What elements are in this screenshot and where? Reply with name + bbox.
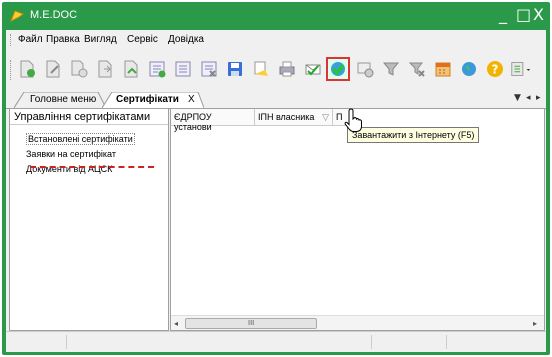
tab-certificates-label: Сертифікати — [116, 94, 179, 105]
status-separator — [446, 335, 447, 349]
move-document-icon[interactable] — [93, 57, 117, 81]
scrollbar-grip-icon: III — [248, 319, 255, 327]
annotation-underline — [30, 166, 154, 168]
menu-edit[interactable]: Правка — [46, 34, 80, 45]
toolbar-grip[interactable] — [10, 60, 13, 80]
tab-main-menu-label: Головне меню — [30, 94, 97, 105]
tab-strip: Головне меню Сертифікати X ▼ ◂ ▸ — [6, 90, 546, 109]
client-area: Файл Правка Вигляд Сервіс Довідка ? Голо… — [6, 30, 546, 352]
list-icon[interactable] — [171, 57, 195, 81]
clear-filter-icon[interactable] — [405, 57, 429, 81]
hand-cursor-icon — [344, 108, 362, 132]
certificate-icon[interactable] — [353, 57, 377, 81]
print-preview-icon[interactable] — [249, 57, 273, 81]
new-document-icon[interactable] — [15, 57, 39, 81]
svg-text:?: ? — [492, 63, 499, 77]
print-icon[interactable] — [275, 57, 299, 81]
scroll-left-arrow-icon[interactable]: ◂ — [174, 319, 178, 328]
column-header-ipn-label: ІПН власника — [258, 112, 315, 122]
tab-scroll-left-icon[interactable]: ◂ — [526, 93, 531, 103]
window-title: M.E.DOC — [30, 9, 78, 21]
status-separator — [371, 335, 372, 349]
calendar-icon[interactable] — [431, 57, 455, 81]
column-header-ipn[interactable]: ІПН власника ▽ — [255, 109, 333, 126]
scroll-right-arrow-icon[interactable]: ▸ — [533, 319, 537, 328]
export-menu-icon[interactable] — [509, 57, 533, 81]
nav-installed-certificates[interactable]: Встановлені сертифікати — [26, 133, 135, 145]
tab-scroll-right-icon[interactable]: ▸ — [536, 93, 541, 103]
filter-icon[interactable] — [379, 57, 403, 81]
tab-certificates[interactable]: Сертифікати X — [102, 92, 204, 109]
save-icon[interactable] — [223, 57, 247, 81]
nav-certificate-requests[interactable]: Заявки на сертифікат — [26, 149, 116, 159]
add-list-icon[interactable] — [145, 57, 169, 81]
status-separator — [66, 335, 67, 349]
tab-list-dropdown-icon[interactable]: ▼ — [514, 93, 521, 103]
title-bar[interactable]: M.E.DOC _ □ X — [2, 2, 550, 30]
maximize-button[interactable]: □ — [516, 6, 531, 24]
panel-header: Управління сертифікатами — [10, 109, 168, 125]
export-document-icon[interactable] — [119, 57, 143, 81]
status-bar — [6, 331, 546, 352]
scrollbar-thumb[interactable]: III — [185, 318, 317, 329]
menu-view[interactable]: Вигляд — [84, 34, 117, 45]
help-icon[interactable]: ? — [483, 57, 507, 81]
tab-main-menu[interactable]: Головне меню — [14, 92, 106, 109]
globe-icon[interactable] — [457, 57, 481, 81]
edit-document-icon[interactable] — [41, 57, 65, 81]
copy-document-icon[interactable] — [67, 57, 91, 81]
horizontal-scrollbar[interactable]: ◂ III ▸ — [171, 315, 544, 330]
toolbar-tooltip: Завантажити з Інтернету (F5) — [347, 127, 480, 143]
column-header-edrpou[interactable]: ЄДРПОУ установи — [171, 109, 255, 132]
delete-list-icon[interactable] — [197, 57, 221, 81]
app-logo-icon — [10, 10, 24, 23]
envelope-check-icon[interactable] — [301, 57, 325, 81]
menu-bar: Файл Правка Вигляд Сервіс Довідка — [6, 30, 546, 50]
filter-funnel-icon[interactable]: ▽ — [322, 112, 329, 123]
minimize-button[interactable]: _ — [499, 6, 507, 24]
download-internet-icon[interactable] — [326, 57, 350, 81]
certificate-navigation-panel: Управління сертифікатами Встановлені сер… — [9, 108, 169, 331]
menu-file[interactable]: Файл — [18, 34, 43, 45]
menu-help[interactable]: Довідка — [168, 34, 204, 45]
toolbar: ? — [6, 50, 546, 90]
menu-service[interactable]: Сервіс — [127, 34, 158, 45]
close-button[interactable]: X — [533, 6, 544, 24]
tab-close-icon[interactable]: X — [188, 94, 195, 105]
app-window: M.E.DOC _ □ X Файл Правка Вигляд Сервіс … — [2, 2, 550, 355]
menu-grip[interactable] — [10, 34, 13, 46]
